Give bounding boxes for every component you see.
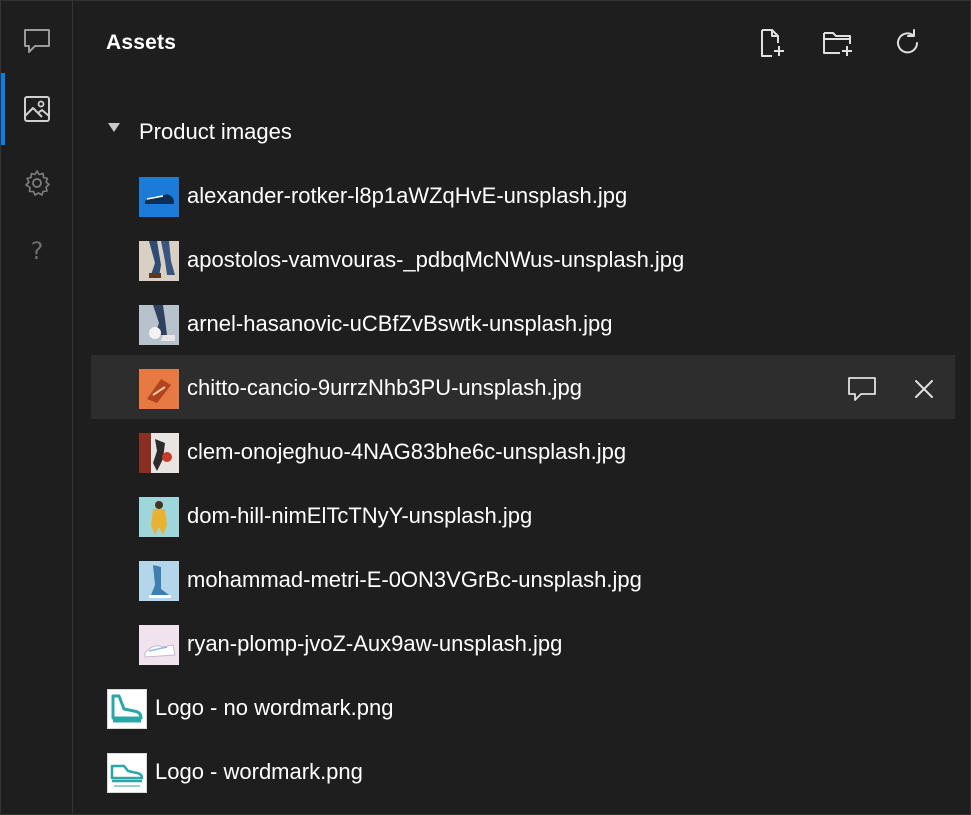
file-row[interactable]: mohammad-metri-E-0ON3VGrBc-unsplash.jpg xyxy=(91,547,955,611)
file-name: dom-hill-nimElTcTNyY-unsplash.jpg xyxy=(187,503,533,528)
file-row[interactable]: apostolos-vamvouras-_pdbqMcNWus-unsplash… xyxy=(91,227,955,291)
new-folder-button[interactable] xyxy=(818,23,858,63)
file-name: apostolos-vamvouras-_pdbqMcNWus-unsplash… xyxy=(187,247,685,272)
activity-settings[interactable] xyxy=(1,147,73,219)
new-folder-icon xyxy=(823,32,852,56)
file-row[interactable]: Logo - wordmark.png xyxy=(73,739,955,803)
activity-bar: ? xyxy=(1,1,73,814)
file-name: clem-onojeghuo-4NAG83bhe6c-unsplash.jpg xyxy=(187,439,627,464)
new-file-icon xyxy=(761,29,784,57)
file-name: mohammad-metri-E-0ON3VGrBc-unsplash.jpg xyxy=(187,567,642,592)
new-file-button[interactable] xyxy=(751,23,791,63)
file-name: Logo - no wordmark.png xyxy=(155,695,394,720)
panel-title: Assets xyxy=(106,31,177,54)
file-name: arnel-hasanovic-uCBfZvBswtk-unsplash.jpg xyxy=(187,311,613,336)
folder-product-images[interactable]: Product images xyxy=(73,99,955,163)
close-icon xyxy=(915,380,933,398)
image-thumbnail xyxy=(139,177,179,217)
file-row[interactable]: alexander-rotker-l8p1aWZqHvE-unsplash.jp… xyxy=(91,163,955,227)
panel-header: Assets xyxy=(73,1,970,87)
logo-thumbnail xyxy=(107,689,147,729)
refresh-icon xyxy=(897,29,918,54)
file-row[interactable]: ryan-plomp-jvoZ-Aux9aw-unsplash.jpg xyxy=(91,611,955,675)
activity-help[interactable]: ? xyxy=(1,215,73,287)
gear-icon xyxy=(25,170,50,196)
comment-icon xyxy=(24,29,50,53)
file-row[interactable]: clem-onojeghuo-4NAG83bhe6c-unsplash.jpg xyxy=(91,419,955,483)
file-name: alexander-rotker-l8p1aWZqHvE-unsplash.jp… xyxy=(187,183,628,208)
file-row[interactable]: Logo - no wordmark.png xyxy=(73,675,955,739)
assets-window: ? Assets Product images alexander-rotker… xyxy=(0,0,971,815)
file-row[interactable]: dom-hill-nimElTcTNyY-unsplash.jpg xyxy=(91,483,955,547)
image-thumbnail xyxy=(139,369,179,409)
remove-button[interactable] xyxy=(904,369,944,409)
file-name: chitto-cancio-9urrzNhb3PU-unsplash.jpg xyxy=(187,375,582,400)
logo-thumbnail xyxy=(107,753,147,793)
file-row[interactable]: arnel-hasanovic-uCBfZvBswtk-unsplash.jpg xyxy=(91,291,955,355)
image-thumbnail xyxy=(139,305,179,345)
comment-button[interactable] xyxy=(842,369,882,409)
image-thumbnail xyxy=(139,497,179,537)
folder-label: Product images xyxy=(139,119,292,144)
help-icon: ? xyxy=(30,237,44,265)
image-thumbnail xyxy=(139,625,179,665)
image-icon xyxy=(24,96,50,122)
comment-icon xyxy=(848,377,876,401)
activity-comments[interactable] xyxy=(1,5,73,77)
file-name: Logo - wordmark.png xyxy=(155,759,363,784)
file-row[interactable]: chitto-cancio-9urrzNhb3PU-unsplash.jpg xyxy=(91,355,955,419)
image-thumbnail xyxy=(139,561,179,601)
image-thumbnail xyxy=(139,241,179,281)
image-thumbnail xyxy=(139,433,179,473)
file-name: ryan-plomp-jvoZ-Aux9aw-unsplash.jpg xyxy=(187,631,563,656)
expand-caret-icon[interactable] xyxy=(108,123,120,132)
refresh-button[interactable] xyxy=(888,23,928,63)
activity-assets[interactable] xyxy=(1,73,73,145)
